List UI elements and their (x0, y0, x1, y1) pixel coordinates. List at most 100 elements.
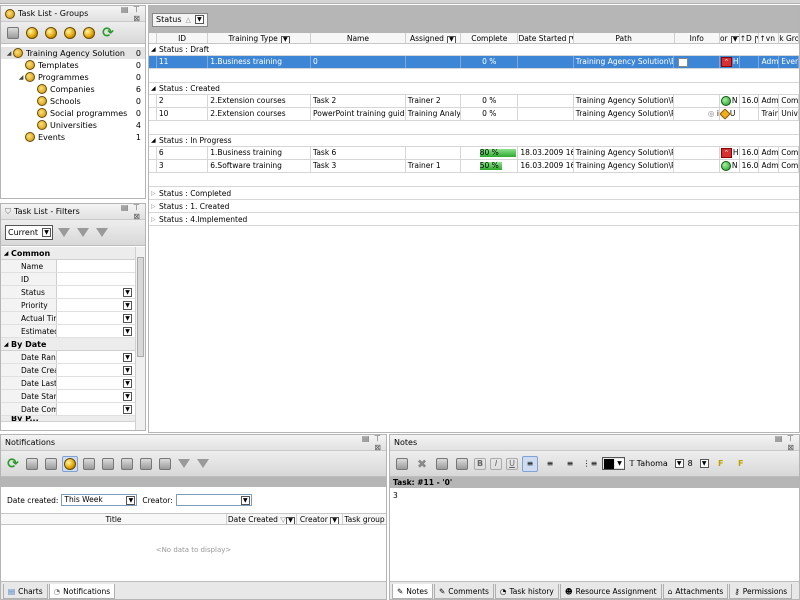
tree-item[interactable]: Companies 6 (1, 83, 145, 95)
collapse-arrow-icon[interactable]: ◢ (151, 85, 159, 92)
align-right-icon[interactable]: ≡ (562, 456, 578, 472)
tree-item[interactable]: Templates 0 (1, 59, 145, 71)
group-notification-icon[interactable] (81, 456, 97, 472)
tab-notifications[interactable]: ◔ Notifications (48, 584, 116, 599)
group-by-chip[interactable]: Status △ ▼ (152, 12, 208, 27)
tree-item[interactable]: Social programmes 0 (1, 107, 145, 119)
grid-column-header[interactable]: Assigned ▼ (406, 33, 462, 43)
view-icon[interactable] (24, 456, 40, 472)
highlight-icon[interactable]: F (713, 456, 729, 472)
filter-value[interactable]: ▼ (57, 377, 135, 389)
expand-arrow-icon[interactable]: ◢ (17, 74, 25, 81)
grid-column-header[interactable]: Path (574, 33, 675, 43)
table-row[interactable]: 10 2.Extension courses PowerPoint training… (149, 108, 799, 121)
filter-row[interactable]: Estimated Ti ▼ (1, 325, 135, 338)
chevron-down-icon[interactable]: ▼ (240, 496, 250, 505)
filter-category[interactable]: ◢ By Date (1, 338, 135, 351)
chevron-down-icon[interactable]: ▼ (674, 459, 684, 468)
notes-editor[interactable]: 3 (390, 488, 799, 570)
filter-value[interactable]: ▼ (57, 312, 135, 324)
creator-select[interactable]: ▼ (175, 494, 252, 506)
panel-controls-icon[interactable]: ▤ ⊤ ⊠ (117, 6, 145, 23)
chevron-down-icon[interactable]: ▼ (123, 353, 132, 362)
collapse-arrow-icon[interactable]: ◢ (1, 341, 11, 348)
group-row-collapsed[interactable]: ▷ Status : 1. Created (149, 200, 799, 213)
panel-controls-icon[interactable]: ▤ ⊤ ⊠ (358, 435, 386, 452)
group-row[interactable]: ◢ Status : In Progress (149, 135, 799, 147)
align-left-icon[interactable]: ≡ (522, 455, 538, 472)
grid-column-header[interactable]: Info (675, 33, 720, 43)
chevron-down-icon[interactable]: ▼ (280, 35, 290, 43)
view-all-icon[interactable] (43, 456, 59, 472)
grid-column-header[interactable]: Complete (461, 33, 519, 43)
tree-item[interactable]: ◢ Training Agency Solution 0 (1, 47, 145, 59)
tree-item[interactable]: Events 1 (1, 131, 145, 143)
filter-options-icon[interactable] (94, 225, 110, 241)
bullets-icon[interactable]: ⋮≡ (582, 456, 598, 472)
filter-row[interactable]: Actual Time ▼ (1, 312, 135, 325)
print-icon[interactable] (434, 456, 450, 472)
group-row-collapsed[interactable]: ▷ Status : 4.Implemented (149, 213, 799, 226)
italic-icon[interactable]: I (490, 457, 502, 470)
align-center-icon[interactable]: ≡ (542, 456, 558, 472)
grid-column-header[interactable]: ↑D▼ (740, 33, 760, 43)
col-creator[interactable]: Creator ▼ (297, 514, 343, 524)
print-preview-icon[interactable] (454, 456, 470, 472)
filter-value[interactable]: ▼ (57, 403, 135, 415)
filter-value[interactable]: ▼ (57, 390, 135, 402)
filter-row[interactable]: Date Createc ▼ (1, 364, 135, 377)
table-row[interactable]: 3 6.Software training Task 3 Trainer 1 50 % 1… (149, 160, 799, 173)
grid-column-header[interactable]: or ▼ (720, 33, 740, 43)
add-group-icon[interactable] (24, 25, 40, 41)
filter-value[interactable] (57, 273, 135, 285)
collapse-arrow-icon[interactable]: ◢ (1, 250, 11, 257)
delete-group-icon[interactable] (62, 25, 78, 41)
properties-group-icon[interactable] (81, 25, 97, 41)
expand-arrow-icon[interactable]: ▷ (151, 190, 159, 197)
document-icon[interactable] (157, 456, 173, 472)
chevron-down-icon[interactable]: ▼ (446, 35, 456, 43)
group-row[interactable]: ◢ Status : Draft (149, 44, 799, 56)
chevron-down-icon[interactable]: ▼ (123, 405, 132, 414)
grid-column-header[interactable]: k Gro (779, 33, 799, 43)
col-title[interactable]: Title (1, 514, 227, 524)
underline-icon[interactable]: U (506, 457, 518, 470)
font-name-select[interactable]: 𝕋 Tahoma ▼ (629, 459, 684, 468)
filter-value[interactable]: ▼ (57, 299, 135, 311)
add-filter-icon[interactable] (56, 225, 72, 241)
format-icon[interactable]: F (733, 456, 749, 472)
mark-read-icon[interactable] (100, 456, 116, 472)
group-row[interactable]: ◢ Status : Created (149, 83, 799, 95)
chevron-down-icon[interactable]: ▼ (194, 15, 204, 24)
tab-task-history[interactable]: ◔ Task history (494, 584, 559, 599)
tab-permissions[interactable]: ⚷ Permissions (729, 584, 793, 599)
chevron-down-icon[interactable]: ▼ (123, 301, 132, 310)
tab-comments[interactable]: ✎ Comments (433, 584, 494, 599)
filter-value[interactable] (57, 260, 135, 272)
filter-row[interactable]: Date Last M ▼ (1, 377, 135, 390)
tab-attachments[interactable]: ⌂ Attachments (662, 584, 729, 599)
filter-category[interactable]: ◢ Common (1, 247, 135, 260)
delete-notification-icon[interactable] (138, 456, 154, 472)
filter-row[interactable]: Date Range ▼ (1, 351, 135, 364)
filter-row[interactable]: Name (1, 260, 135, 273)
filter-preset-select[interactable]: Current ▼ (5, 225, 53, 240)
collapse-arrow-icon[interactable]: ◢ (151, 46, 159, 53)
tree-item[interactable]: Universities 4 (1, 119, 145, 131)
filter-icon[interactable] (176, 456, 192, 472)
filter-value[interactable]: ▼ (57, 364, 135, 376)
tab-notes[interactable]: ✎ Notes (392, 584, 433, 599)
expand-arrow-icon[interactable]: ▷ (151, 203, 159, 210)
panel-controls-icon[interactable]: ▤ ⊤ ⊠ (117, 204, 145, 221)
grid-column-header[interactable]: Date Started▼ (518, 33, 574, 43)
font-color-picker[interactable]: ▼ (602, 457, 625, 470)
delete-icon[interactable]: ✖ (414, 456, 430, 472)
tab-charts[interactable]: ▤ Charts (3, 584, 48, 599)
tree-item[interactable]: ◢ Programmes 0 (1, 71, 145, 83)
filter-options-icon[interactable] (195, 456, 211, 472)
group-row-collapsed[interactable]: ▷ Status : Completed (149, 187, 799, 200)
refresh-icon[interactable]: ⟳ (5, 456, 21, 472)
filter-row[interactable]: ID (1, 273, 135, 286)
filter-category[interactable]: By P... (1, 416, 135, 422)
filter-value[interactable]: ▼ (57, 351, 135, 363)
